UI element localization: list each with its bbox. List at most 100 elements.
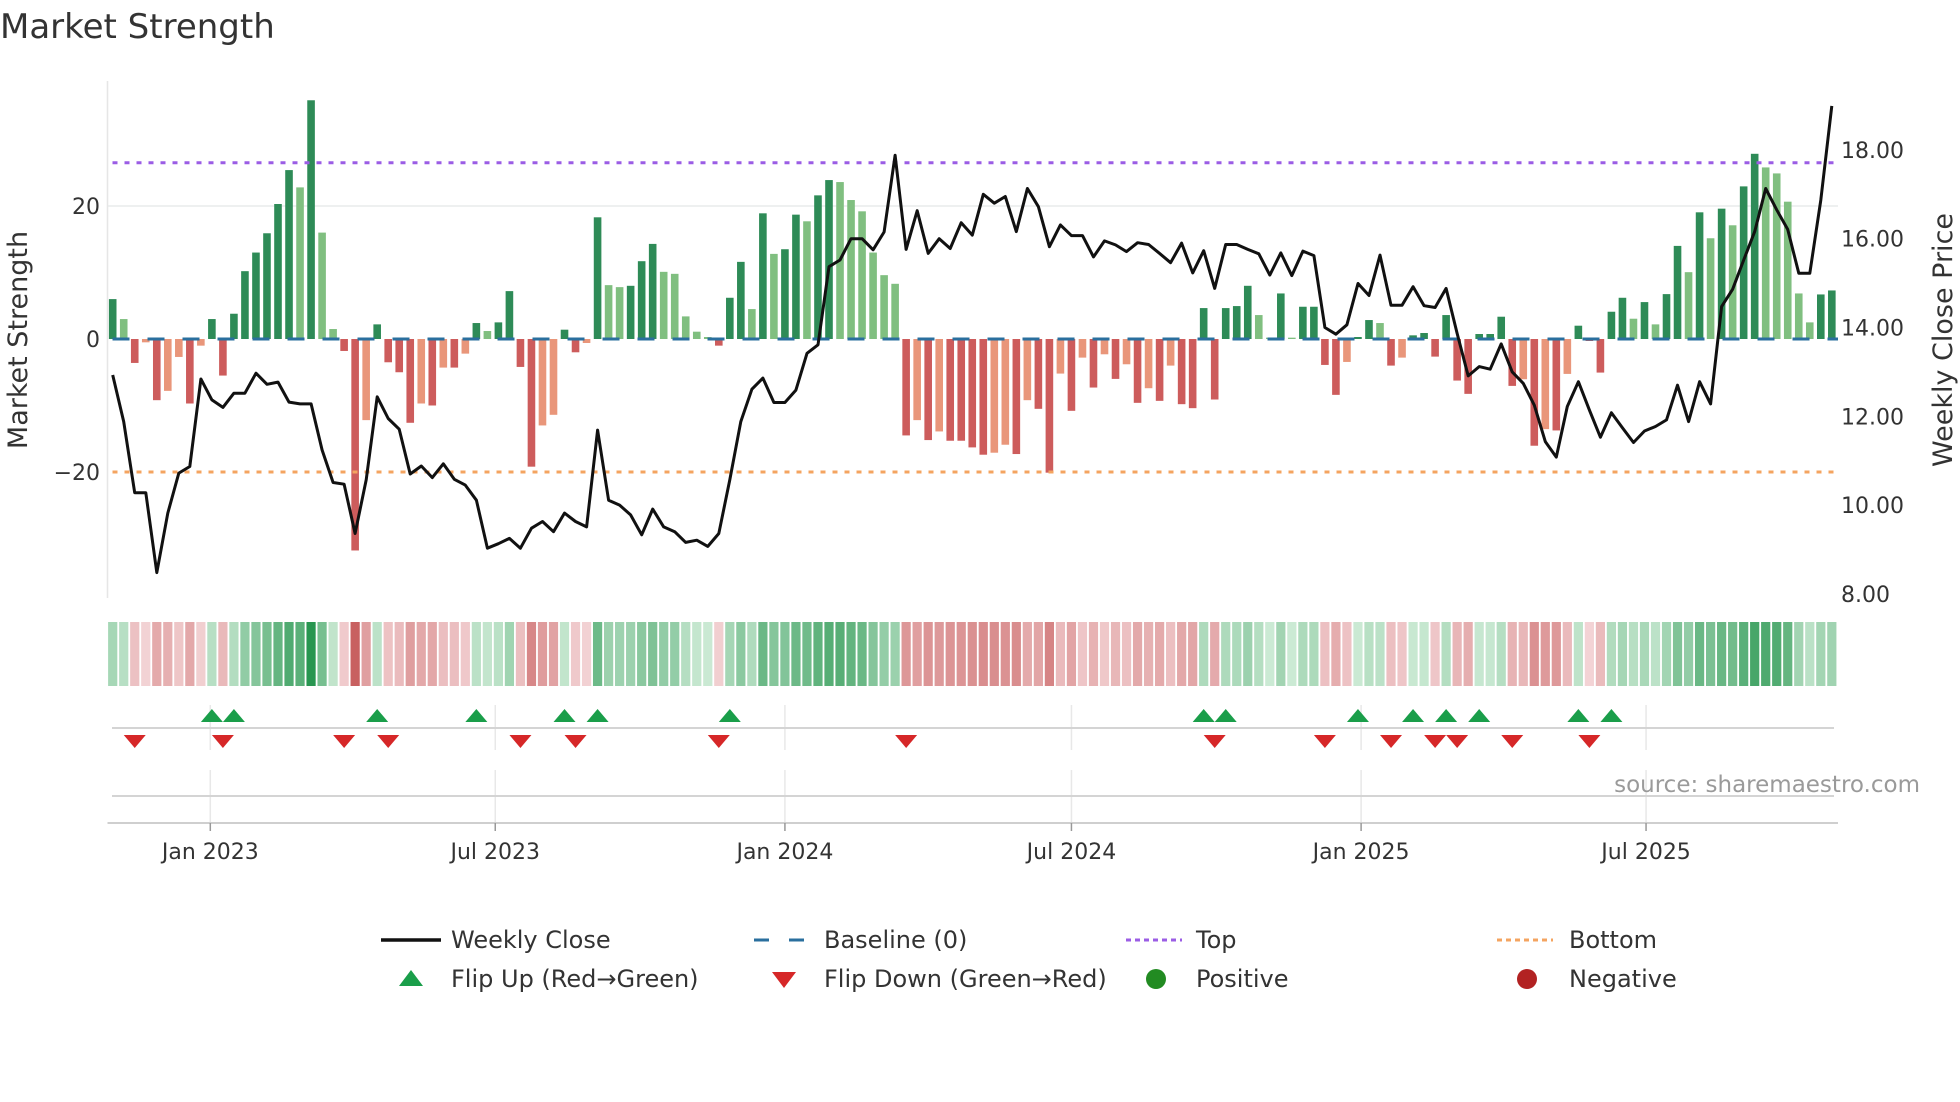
legend-item-baseline: Baseline (0) xyxy=(754,926,967,954)
strength-bar xyxy=(1277,293,1285,339)
strength-bar xyxy=(1089,339,1098,388)
strength-bar xyxy=(1817,294,1825,339)
heatmap-cell xyxy=(1364,622,1374,686)
heatmap-cell xyxy=(537,622,548,686)
heatmap-cell xyxy=(1265,622,1275,686)
heatmap-cell xyxy=(1430,622,1440,686)
heatmap-cell xyxy=(1452,622,1462,686)
heatmap-cell xyxy=(1419,622,1429,686)
heatmap-cell xyxy=(1298,622,1308,686)
heatmap-cell xyxy=(604,622,614,686)
strength-bar xyxy=(1155,339,1164,401)
strength-bar xyxy=(1365,320,1373,339)
strength-bar xyxy=(1706,238,1715,339)
heatmap-cell xyxy=(956,622,966,686)
strength-bar xyxy=(538,339,547,426)
strength-bar xyxy=(1177,339,1186,405)
legend-label: Bottom xyxy=(1569,926,1657,954)
strength-bar xyxy=(1111,339,1120,379)
heatmap-cell xyxy=(1276,622,1286,686)
strength-bar xyxy=(208,319,216,339)
strength-bar xyxy=(130,339,139,363)
strength-bar xyxy=(1387,339,1395,366)
heatmap-cell xyxy=(592,622,603,686)
heatmap-cell xyxy=(725,622,735,686)
heatmap-cell xyxy=(416,622,426,686)
strength-bar xyxy=(957,339,966,441)
heatmap-cell xyxy=(1728,622,1738,686)
strength-bar xyxy=(1828,290,1836,339)
heatmap-cell xyxy=(1761,622,1771,686)
strength-bar xyxy=(1805,322,1814,339)
heatmap-cell xyxy=(769,622,779,686)
flip-up-marker xyxy=(222,709,245,722)
heatmap-cell xyxy=(1320,622,1330,686)
heatmap-cell xyxy=(802,622,812,686)
heatmap-cell xyxy=(648,622,658,686)
heatmap-cell xyxy=(1529,622,1539,686)
strength-bar xyxy=(119,319,128,339)
strength-bar xyxy=(395,339,404,373)
heatmap-cell xyxy=(119,622,129,686)
strength-bar xyxy=(428,339,437,406)
heatmap-cell xyxy=(361,622,371,686)
heatmap-cell xyxy=(747,622,757,686)
heatmap-cell xyxy=(1540,622,1550,686)
legend-item-negative: Negative xyxy=(1517,965,1677,993)
heatmap-cell xyxy=(912,622,922,686)
heatmap-cell xyxy=(1199,622,1209,686)
heatmap-cell xyxy=(846,622,856,686)
strength-bar xyxy=(472,323,481,339)
heatmap-cell xyxy=(1342,622,1352,686)
heatmap-cell xyxy=(703,622,713,686)
strength-bar xyxy=(593,217,602,339)
heatmap-cell xyxy=(637,622,647,686)
strength-bar xyxy=(318,232,326,339)
right-tick-label: 8.00 xyxy=(1841,583,1890,608)
right-tick-label: 12.00 xyxy=(1841,405,1904,430)
heatmap-cell xyxy=(427,622,437,686)
heatmap-cell xyxy=(174,622,184,686)
strength-bar xyxy=(792,214,800,339)
strength-bar xyxy=(1321,339,1329,365)
heatmap-cell xyxy=(328,622,338,686)
strength-bar xyxy=(1607,311,1616,339)
heatmap-cell xyxy=(1617,622,1628,686)
heatmap-cell xyxy=(626,622,636,686)
strength-bar xyxy=(1210,339,1219,400)
strength-bar xyxy=(1332,339,1340,395)
heatmap-cell xyxy=(1121,622,1132,686)
heatmap-cell xyxy=(1033,622,1043,686)
flip-down-marker xyxy=(707,735,730,748)
heatmap-cell xyxy=(1496,622,1506,686)
strength-bar xyxy=(803,221,811,339)
heatmap-cell xyxy=(978,622,988,686)
heatmap-cell xyxy=(383,622,393,686)
strength-bar xyxy=(1288,337,1296,339)
heatmap-cell xyxy=(1044,622,1054,686)
strength-bar xyxy=(1640,302,1649,339)
heatmap-cell xyxy=(504,622,515,686)
circle-icon xyxy=(1146,969,1166,989)
source-label: source: sharemaestro.com xyxy=(1614,772,1920,798)
legend-label: Positive xyxy=(1196,965,1289,993)
flip-up-marker xyxy=(465,709,488,722)
heatmap-cell xyxy=(273,622,283,686)
heatmap-cell xyxy=(1221,622,1231,686)
flip-up-marker xyxy=(200,709,223,722)
heatmap-cell xyxy=(615,622,625,686)
heatmap-cell xyxy=(1243,622,1253,686)
heatmap-cell xyxy=(890,622,900,686)
strength-bar xyxy=(494,322,503,339)
strength-bar xyxy=(1045,339,1054,473)
heatmap-cell xyxy=(350,622,360,686)
heatmap-cell xyxy=(1595,622,1605,686)
heatmap-cell xyxy=(1110,622,1121,686)
flip-up-marker xyxy=(718,709,741,722)
strength-bar xyxy=(1629,318,1638,339)
strength-bar xyxy=(913,339,921,421)
heatmap-cell xyxy=(780,622,790,686)
heatmap-cell xyxy=(548,622,559,686)
flip-down-marker xyxy=(895,735,918,748)
strength-bar xyxy=(274,204,282,339)
